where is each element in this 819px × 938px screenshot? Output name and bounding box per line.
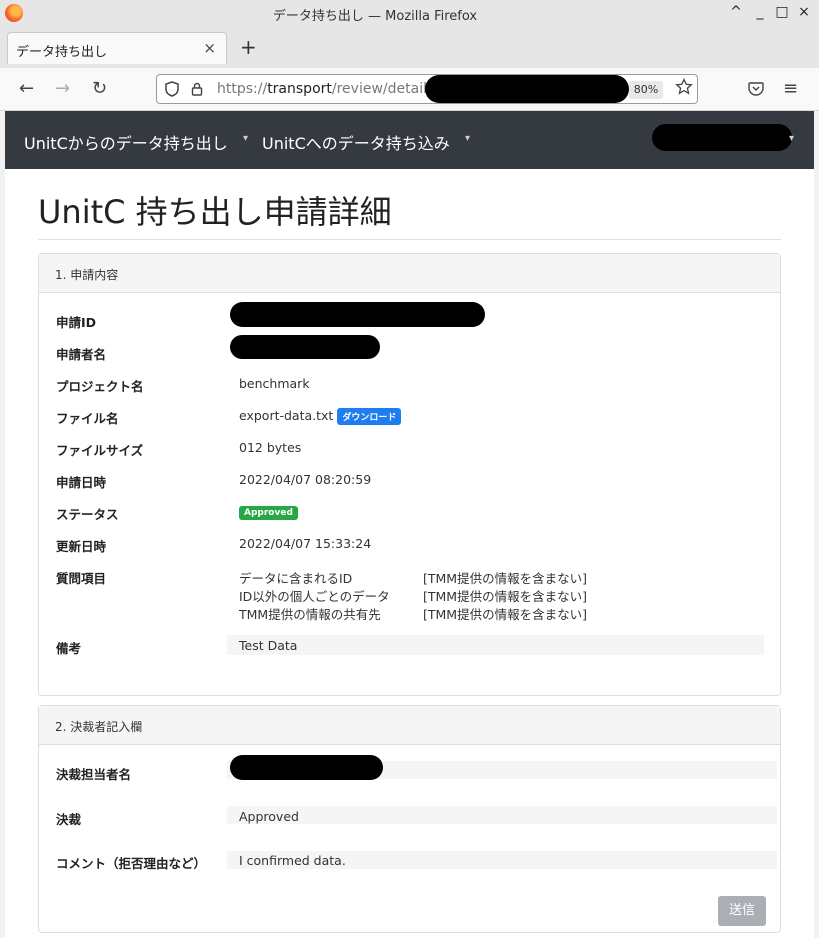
question-item: ID以外の個人ごとのデータ bbox=[239, 589, 390, 604]
nav-export-menu[interactable]: UnitCからのデータ持ち出し bbox=[24, 130, 228, 154]
bookmark-star-icon[interactable] bbox=[675, 78, 693, 96]
label-applicant: 申請者名 bbox=[56, 347, 107, 362]
chevron-down-icon[interactable]: ▾ bbox=[465, 133, 470, 144]
question-answer: [TMM提供の情報を含まない] bbox=[423, 571, 587, 586]
download-button[interactable]: ダウンロード bbox=[337, 408, 402, 425]
tab-label: データ持ち出し bbox=[16, 45, 108, 60]
new-tab-icon[interactable]: + bbox=[240, 35, 257, 59]
redacted-applicant-name bbox=[230, 335, 380, 359]
lock-icon[interactable] bbox=[191, 82, 203, 96]
pocket-icon[interactable] bbox=[748, 82, 764, 96]
label-decision: 決裁 bbox=[56, 812, 82, 827]
question-answer: [TMM提供の情報を含まない] bbox=[423, 589, 587, 604]
comment-value: I confirmed data. bbox=[239, 853, 346, 868]
label-application-id: 申請ID bbox=[56, 315, 97, 330]
reload-icon[interactable]: ↻ bbox=[92, 78, 107, 99]
redacted-user-menu[interactable] bbox=[652, 124, 792, 151]
project-value: benchmark bbox=[239, 376, 310, 391]
question-item: データに含まれるID bbox=[239, 571, 353, 586]
label-note: 備考 bbox=[56, 641, 82, 656]
card-header: 2. 決裁者記入欄 bbox=[39, 706, 780, 745]
window-title: データ持ち出し — Mozilla Firefox bbox=[272, 9, 478, 24]
tab-active[interactable]: データ持ち出し × bbox=[7, 32, 227, 64]
window-titlebar: データ持ち出し — Mozilla Firefox ^ _ □ × bbox=[0, 0, 819, 26]
card-header-title: 2. 決裁者記入欄 bbox=[55, 720, 143, 734]
label-questions: 質問項目 bbox=[56, 571, 107, 586]
send-button[interactable]: 送信 bbox=[718, 896, 766, 926]
question-item: TMM提供の情報の共有先 bbox=[239, 607, 381, 622]
approver-card: 2. 決裁者記入欄 決裁担当者名 決裁 Approved コメント（拒否理由など… bbox=[38, 705, 781, 933]
window-up-icon[interactable]: ^ bbox=[729, 4, 743, 20]
label-project: プロジェクト名 bbox=[56, 379, 144, 394]
updated-value: 2022/04/07 15:33:24 bbox=[239, 536, 372, 551]
tab-strip: データ持ち出し × + bbox=[0, 26, 819, 68]
tab-close-icon[interactable]: × bbox=[203, 39, 216, 57]
chevron-down-icon[interactable]: ▾ bbox=[789, 133, 794, 144]
page-title: UnitC 持ち出し申請詳細 bbox=[38, 193, 392, 231]
card-header: 1. 申請内容 bbox=[39, 254, 780, 293]
back-arrow-icon[interactable]: ← bbox=[19, 78, 34, 99]
label-application-date: 申請日時 bbox=[56, 475, 107, 490]
minimize-icon[interactable]: _ bbox=[753, 4, 767, 20]
label-comment: コメント（拒否理由など） bbox=[56, 856, 207, 871]
file-value: export-data.txt ダウンロード bbox=[239, 408, 402, 425]
redacted-approver-name bbox=[230, 755, 383, 780]
label-approver: 決裁担当者名 bbox=[56, 767, 132, 782]
forward-arrow-icon[interactable]: → bbox=[55, 78, 70, 99]
decision-field[interactable] bbox=[227, 806, 777, 824]
decision-value: Approved bbox=[239, 809, 299, 824]
application-date-value: 2022/04/07 08:20:59 bbox=[239, 472, 372, 487]
label-status: ステータス bbox=[56, 507, 119, 522]
page-content: UnitCからのデータ持ち出し ▾ UnitCへのデータ持ち込み ▾ ▾ Uni… bbox=[5, 111, 814, 938]
url-bar[interactable]: https://transport/review/detail/ 80% bbox=[156, 74, 698, 104]
note-field bbox=[227, 635, 764, 655]
redacted-url-segment bbox=[425, 75, 629, 103]
application-details-card: 1. 申請内容 申請ID 申請者名 プロジェクト名 benchmark ファイル… bbox=[38, 253, 781, 696]
status-cell: Approved bbox=[239, 504, 298, 520]
label-file: ファイル名 bbox=[56, 411, 119, 426]
status-badge: Approved bbox=[239, 505, 298, 520]
chevron-down-icon[interactable]: ▾ bbox=[243, 133, 248, 144]
card-header-title: 1. 申請内容 bbox=[55, 268, 119, 282]
file-size-value: 012 bytes bbox=[239, 440, 302, 455]
close-window-icon[interactable]: × bbox=[797, 4, 811, 20]
redacted-application-id bbox=[230, 302, 485, 327]
zoom-level-badge[interactable]: 80% bbox=[629, 81, 663, 99]
app-navbar: UnitCからのデータ持ち出し ▾ UnitCへのデータ持ち込み ▾ ▾ bbox=[5, 111, 814, 169]
shield-icon[interactable] bbox=[165, 81, 179, 97]
file-name: export-data.txt bbox=[239, 408, 334, 423]
nav-toolbar: ← → ↻ https://transport/review/detail/ 8… bbox=[0, 68, 819, 111]
url-text: https://transport/review/detail/ bbox=[217, 81, 432, 97]
label-file-size: ファイルサイズ bbox=[56, 443, 144, 458]
label-updated: 更新日時 bbox=[56, 539, 107, 554]
note-value: Test Data bbox=[239, 638, 298, 653]
divider bbox=[38, 239, 781, 240]
hamburger-menu-icon[interactable]: ≡ bbox=[783, 78, 798, 99]
question-answer: [TMM提供の情報を含まない] bbox=[423, 607, 587, 622]
maximize-icon[interactable]: □ bbox=[775, 4, 789, 20]
nav-import-menu[interactable]: UnitCへのデータ持ち込み bbox=[262, 130, 450, 154]
